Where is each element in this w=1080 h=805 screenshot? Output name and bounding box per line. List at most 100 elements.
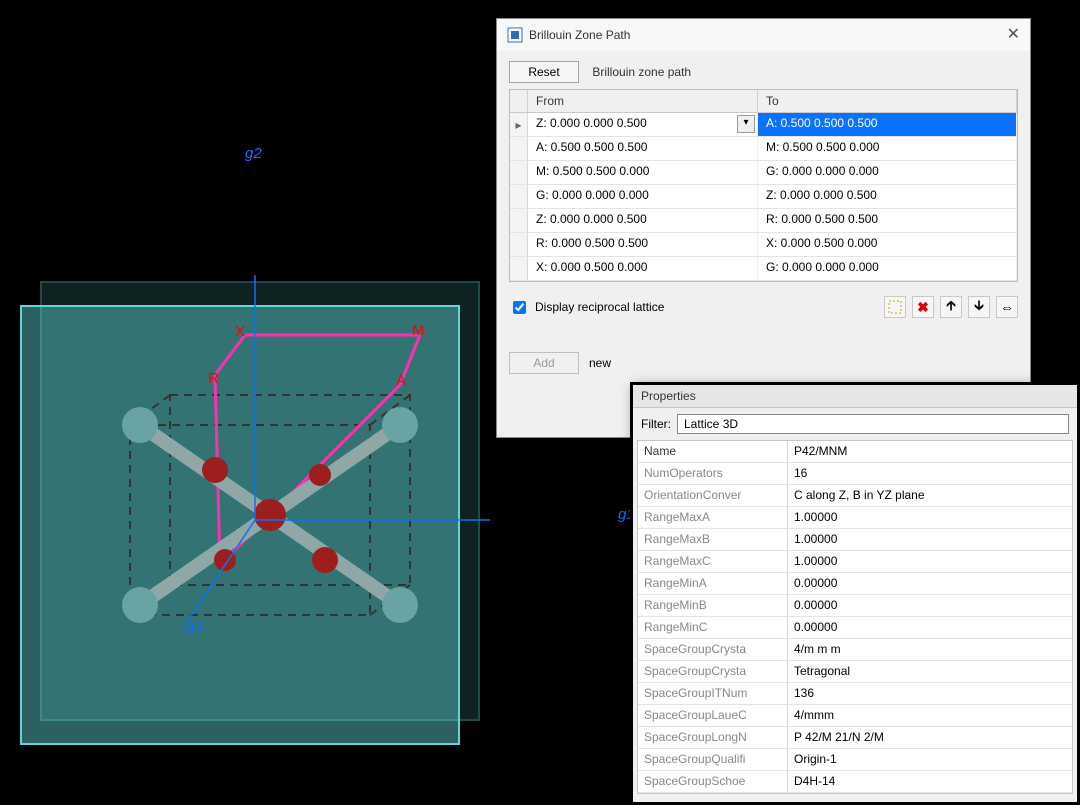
bz-cell-from[interactable]: M: 0.500 0.500 0.000 <box>528 161 758 184</box>
select-rect-icon[interactable] <box>884 296 906 318</box>
property-value[interactable]: 0.00000 <box>788 573 1072 594</box>
dialog-titlebar[interactable]: Brillouin Zone Path ✕ <box>497 19 1030 51</box>
property-row[interactable]: NameP42/MNM <box>638 441 1072 463</box>
bz-row[interactable]: A: 0.500 0.500 0.500M: 0.500 0.500 0.000 <box>510 137 1017 161</box>
property-row[interactable]: NumOperators16 <box>638 463 1072 485</box>
bz-cell-to[interactable]: G: 0.000 0.000 0.000 <box>758 257 1017 280</box>
property-row[interactable]: SpaceGroupLongNP 42/M 21/N 2/M <box>638 727 1072 749</box>
point-m-label: M <box>412 322 425 339</box>
bz-cell-from[interactable]: A: 0.500 0.500 0.500 <box>528 137 758 160</box>
chevron-down-icon[interactable]: ▾ <box>737 115 755 133</box>
row-selector-icon[interactable]: ▸ <box>510 113 528 136</box>
property-value[interactable]: 4/mmm <box>788 705 1072 726</box>
bz-cell-to[interactable]: M: 0.500 0.500 0.000 <box>758 137 1017 160</box>
bz-cell-to[interactable]: Z: 0.000 0.000 0.500 <box>758 185 1017 208</box>
row-action-toolbar: ✖ 🡱 🡳 ⇔ <box>884 296 1018 318</box>
bz-row[interactable]: X: 0.000 0.500 0.000G: 0.000 0.000 0.000 <box>510 257 1017 281</box>
property-name: SpaceGroupSchoe <box>638 771 788 792</box>
property-name: SpaceGroupITNum <box>638 683 788 704</box>
property-name: RangeMaxA <box>638 507 788 528</box>
bz-row[interactable]: M: 0.500 0.500 0.000G: 0.000 0.000 0.000 <box>510 161 1017 185</box>
property-name: RangeMinC <box>638 617 788 638</box>
bz-row[interactable]: ▸Z: 0.000 0.000 0.500▾A: 0.500 0.500 0.5… <box>510 113 1017 137</box>
delete-x-icon[interactable]: ✖ <box>912 296 934 318</box>
property-row[interactable]: SpaceGroupCrysta4/m m m <box>638 639 1072 661</box>
property-name: SpaceGroupLaueC <box>638 705 788 726</box>
property-row[interactable]: SpaceGroupCrystaTetragonal <box>638 661 1072 683</box>
bz-cell-from[interactable]: X: 0.000 0.500 0.000 <box>528 257 758 280</box>
property-row[interactable]: RangeMaxB1.00000 <box>638 529 1072 551</box>
row-selector-icon[interactable] <box>510 161 528 184</box>
add-button[interactable]: Add <box>509 352 579 374</box>
property-value[interactable]: 4/m m m <box>788 639 1072 660</box>
property-name: SpaceGroupCrysta <box>638 661 788 682</box>
row-selector-icon[interactable] <box>510 257 528 280</box>
app-icon <box>507 27 523 43</box>
property-row[interactable]: SpaceGroupQualifiOrigin-1 <box>638 749 1072 771</box>
arrow-up-icon[interactable]: 🡱 <box>940 296 962 318</box>
property-row[interactable]: SpaceGroupITNum136 <box>638 683 1072 705</box>
property-row[interactable]: RangeMinA0.00000 <box>638 573 1072 595</box>
axis-g3-label: g3 <box>186 618 203 635</box>
bz-cell-to[interactable]: A: 0.500 0.500 0.500 <box>758 113 1017 136</box>
row-selector-icon[interactable] <box>510 137 528 160</box>
properties-table: NameP42/MNMNumOperators16OrientationConv… <box>637 440 1073 794</box>
property-name: Name <box>638 441 788 462</box>
property-name: SpaceGroupCrysta <box>638 639 788 660</box>
tab-bz-path[interactable]: Brillouin zone path <box>582 65 691 79</box>
property-name: RangeMinA <box>638 573 788 594</box>
bz-path-table: From To ▸Z: 0.000 0.000 0.500▾A: 0.500 0… <box>509 89 1018 282</box>
property-name: RangeMinB <box>638 595 788 616</box>
foot-new-label: new <box>589 356 611 370</box>
bz-row[interactable]: Z: 0.000 0.000 0.500R: 0.000 0.500 0.500 <box>510 209 1017 233</box>
col-header-to[interactable]: To <box>758 90 1017 112</box>
row-selector-icon[interactable] <box>510 185 528 208</box>
row-selector-icon[interactable] <box>510 209 528 232</box>
arrow-both-icon[interactable]: ⇔ <box>996 296 1018 318</box>
property-value[interactable]: 16 <box>788 463 1072 484</box>
property-name: RangeMaxC <box>638 551 788 572</box>
display-lattice-checkbox[interactable]: Display reciprocal lattice <box>509 298 664 317</box>
property-value[interactable]: Tetragonal <box>788 661 1072 682</box>
property-row[interactable]: OrientationConverC along Z, B in YZ plan… <box>638 485 1072 507</box>
property-row[interactable]: SpaceGroupSchoeD4H-14 <box>638 771 1072 793</box>
property-row[interactable]: RangeMaxC1.00000 <box>638 551 1072 573</box>
property-value[interactable]: C along Z, B in YZ plane <box>788 485 1072 506</box>
bz-cell-from[interactable]: Z: 0.000 0.000 0.500▾ <box>528 113 758 136</box>
display-lattice-input[interactable] <box>513 301 526 314</box>
filter-label: Filter: <box>641 417 671 431</box>
properties-title: Properties <box>633 385 1077 408</box>
arrow-down-icon[interactable]: 🡳 <box>968 296 990 318</box>
properties-panel: Properties Filter: NameP42/MNMNumOperato… <box>630 382 1080 805</box>
bz-row[interactable]: G: 0.000 0.000 0.000Z: 0.000 0.000 0.500 <box>510 185 1017 209</box>
property-value[interactable]: 1.00000 <box>788 551 1072 572</box>
bz-row[interactable]: R: 0.000 0.500 0.500X: 0.000 0.500 0.000 <box>510 233 1017 257</box>
property-value[interactable]: Origin-1 <box>788 749 1072 770</box>
property-value[interactable]: P 42/M 21/N 2/M <box>788 727 1072 748</box>
bz-cell-to[interactable]: G: 0.000 0.000 0.000 <box>758 161 1017 184</box>
property-value[interactable]: 1.00000 <box>788 507 1072 528</box>
bz-cell-from[interactable]: G: 0.000 0.000 0.000 <box>528 185 758 208</box>
reset-button[interactable]: Reset <box>509 61 579 83</box>
property-row[interactable]: SpaceGroupLaueC4/mmm <box>638 705 1072 727</box>
bz-cell-from[interactable]: Z: 0.000 0.000 0.500 <box>528 209 758 232</box>
property-row[interactable]: RangeMaxA1.00000 <box>638 507 1072 529</box>
property-value[interactable]: P42/MNM <box>788 441 1072 462</box>
bz-cell-to[interactable]: R: 0.000 0.500 0.500 <box>758 209 1017 232</box>
filter-input[interactable] <box>677 414 1069 434</box>
property-value[interactable]: D4H-14 <box>788 771 1072 792</box>
bz-cell-to[interactable]: X: 0.000 0.500 0.000 <box>758 233 1017 256</box>
display-lattice-label: Display reciprocal lattice <box>535 300 664 314</box>
dialog-title: Brillouin Zone Path <box>529 19 630 51</box>
property-value[interactable]: 136 <box>788 683 1072 704</box>
property-row[interactable]: RangeMinC0.00000 <box>638 617 1072 639</box>
property-row[interactable]: RangeMinB0.00000 <box>638 595 1072 617</box>
close-icon[interactable]: ✕ <box>1007 19 1020 51</box>
property-value[interactable]: 0.00000 <box>788 617 1072 638</box>
point-r-label: R <box>208 370 219 387</box>
property-value[interactable]: 0.00000 <box>788 595 1072 616</box>
property-value[interactable]: 1.00000 <box>788 529 1072 550</box>
row-selector-icon[interactable] <box>510 233 528 256</box>
col-header-from[interactable]: From <box>528 90 758 112</box>
bz-cell-from[interactable]: R: 0.000 0.500 0.500 <box>528 233 758 256</box>
